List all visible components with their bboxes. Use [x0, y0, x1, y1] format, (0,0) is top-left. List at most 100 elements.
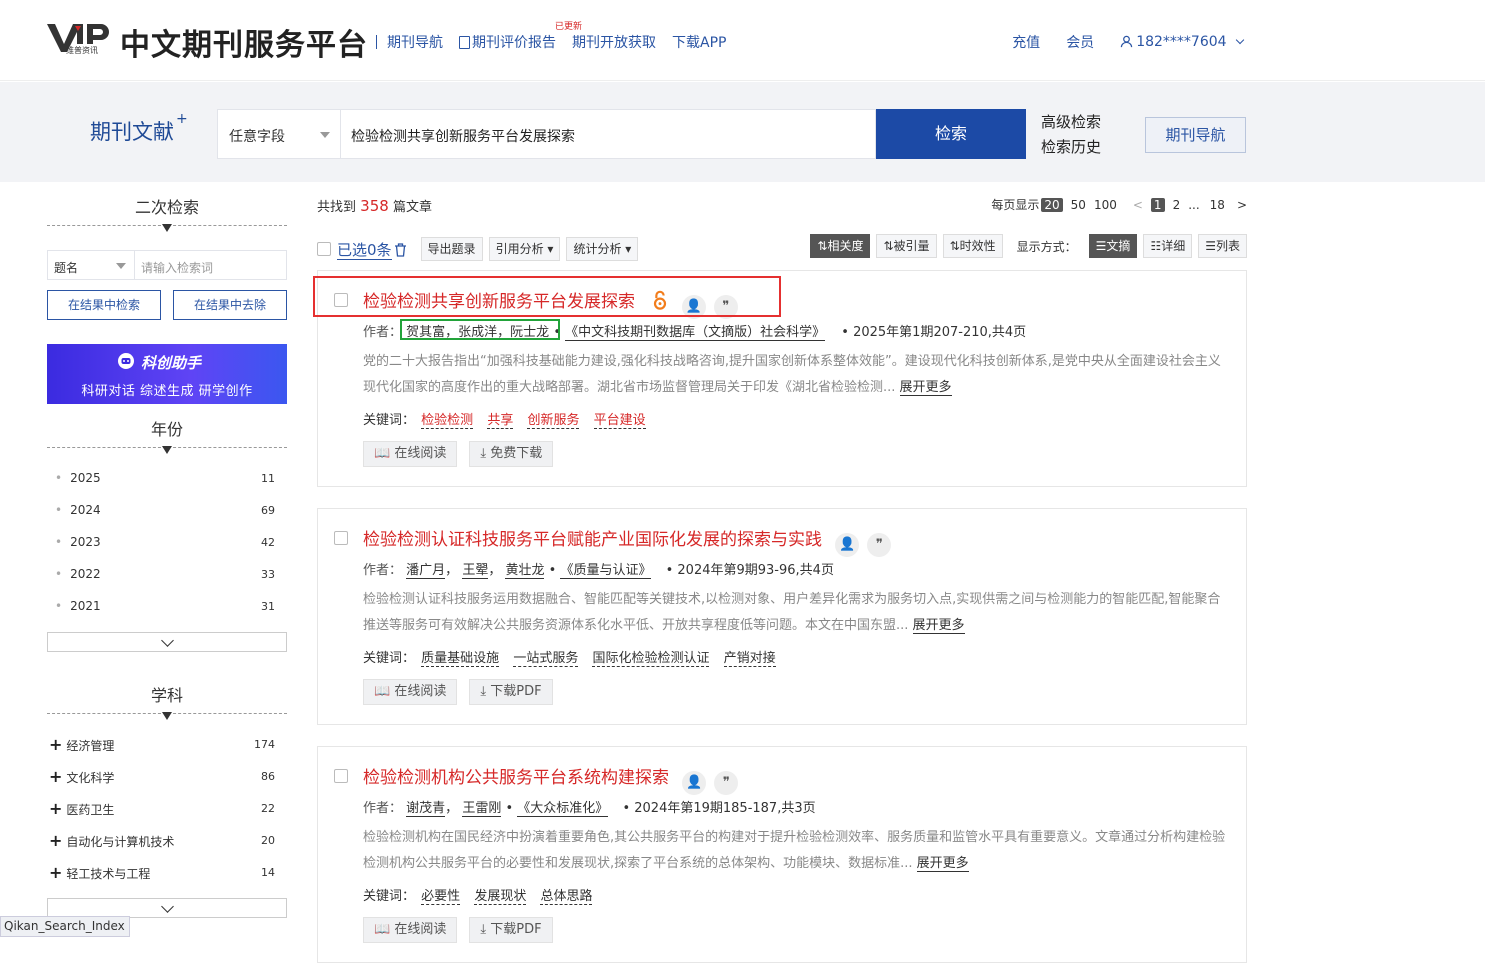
user-menu[interactable]: 182****7604	[1120, 34, 1245, 50]
ai-assistant-banner[interactable]: 科创助手 科研对话 综述生成 研学创作	[47, 344, 287, 404]
keyword-link[interactable]: 共享	[487, 413, 514, 429]
view-list-button[interactable]: ☰列表	[1198, 234, 1247, 258]
site-title[interactable]: 中文期刊服务平台	[120, 20, 368, 64]
result-title-text[interactable]: 检验检测机构公共服务平台系统构建探索	[363, 768, 669, 788]
result-checkbox[interactable]	[334, 769, 348, 783]
year-expand-button[interactable]	[47, 632, 287, 652]
page-button[interactable]: 2	[1173, 198, 1181, 212]
author-label: 作者：	[363, 325, 403, 340]
facet-year-item[interactable]: • 2023 42	[47, 526, 287, 558]
facet-subject-item[interactable]: + 文化科学 86	[47, 760, 287, 792]
plus-icon[interactable]: +	[49, 735, 62, 754]
facet-subject-item[interactable]: + 自动化与计算机技术 20	[47, 824, 287, 856]
facet-year-item[interactable]: • 2024 69	[47, 494, 287, 526]
plus-icon[interactable]: +	[49, 863, 62, 882]
view-abstract-button[interactable]: ☰文摘	[1088, 234, 1138, 258]
next-page-button[interactable]: >	[1237, 198, 1247, 212]
author-profile-icon[interactable]: 👤	[835, 533, 860, 557]
subject-expand-button[interactable]	[47, 898, 287, 918]
sort-time-button[interactable]: ⇅时效性	[942, 234, 1003, 258]
facet-year-item[interactable]: • 2025 11	[47, 462, 287, 494]
per-page-option[interactable]: 20	[1041, 197, 1063, 212]
sort-relevance-button[interactable]: ⇅相关度	[810, 234, 871, 258]
result-author[interactable]: 谢茂青	[406, 801, 446, 817]
result-author[interactable]: 王雷刚	[462, 801, 502, 817]
result-count-suffix: 篇文章	[392, 200, 432, 215]
keyword-link[interactable]: 创新服务	[527, 413, 580, 429]
view-detail-button[interactable]: ☷详细	[1143, 234, 1193, 258]
plus-icon[interactable]: +	[49, 799, 62, 818]
plus-icon[interactable]: +	[49, 767, 62, 786]
result-journal[interactable]: 《中文科技期刊数据库（文摘版）社会科学》	[565, 325, 826, 341]
nav-download-app[interactable]: 下载APP	[672, 32, 726, 52]
keyword-link[interactable]: 发展现状	[474, 889, 527, 905]
search-history-link[interactable]: 检索历史	[1041, 135, 1101, 160]
keyword-link[interactable]: 检验检测	[421, 413, 474, 429]
member-link[interactable]: 会员	[1066, 32, 1094, 52]
nav-journal-evaluation[interactable]: 期刊评价报告 已更新	[459, 22, 582, 52]
free-download-button[interactable]: ⤓ 免费下载	[469, 441, 554, 467]
export-button[interactable]: 导出题录	[420, 237, 483, 261]
plus-icon[interactable]: +	[49, 831, 62, 850]
per-page-option[interactable]: 50	[1071, 198, 1086, 212]
nav-open-access[interactable]: 期刊开放获取	[572, 32, 656, 52]
search-links: 高级检索 检索历史	[1041, 110, 1101, 160]
keyword-link[interactable]: 国际化检验检测认证	[592, 651, 710, 667]
facet-subject-item[interactable]: + 医药卫生 22	[47, 792, 287, 824]
expand-more-link[interactable]: 展开更多	[912, 618, 965, 634]
search-field-select[interactable]: 任意字段	[217, 109, 341, 159]
trash-icon[interactable]	[394, 242, 407, 257]
keyword-link[interactable]: 总体思路	[540, 889, 593, 905]
facet-year-item[interactable]: • 2022 33	[47, 558, 287, 590]
keyword-link[interactable]: 一站式服务	[513, 651, 579, 667]
search-button[interactable]: 检索	[876, 109, 1026, 159]
author-profile-icon[interactable]: 👤	[682, 771, 707, 795]
page-button[interactable]: 18	[1210, 198, 1225, 212]
secondary-search-input[interactable]: 请输入检索词	[135, 250, 287, 280]
page-button[interactable]: 1	[1150, 197, 1165, 212]
result-title[interactable]: 检验检测认证科技服务平台赋能产业国际化发展的探索与实践 👤 ❞	[363, 525, 892, 557]
result-actions: 📖 在线阅读 ⤓ 免费下载	[363, 441, 565, 467]
result-checkbox[interactable]	[334, 531, 348, 545]
facet-year-item[interactable]: • 2021 31	[47, 590, 287, 622]
cite-analysis-dropdown[interactable]: 引用分析 ▾	[488, 237, 561, 261]
journal-nav-button[interactable]: 期刊导航	[1145, 117, 1246, 153]
read-online-button[interactable]: 📖 在线阅读	[363, 917, 458, 943]
keyword-link[interactable]: 质量基础设施	[421, 651, 500, 667]
search-within-button[interactable]: 在结果中检索	[47, 290, 161, 320]
exclude-results-button[interactable]: 在结果中去除	[173, 290, 287, 320]
expand-more-link[interactable]: 展开更多	[916, 856, 969, 872]
read-online-button[interactable]: 📖 在线阅读	[363, 441, 458, 467]
keyword-link[interactable]: 产销对接	[723, 651, 776, 667]
facet-subject-item[interactable]: + 经济管理 174	[47, 728, 287, 760]
result-author[interactable]: 潘广月	[406, 563, 446, 579]
selected-count-link[interactable]: 已选0条	[337, 239, 407, 260]
read-online-button[interactable]: 📖 在线阅读	[363, 679, 458, 705]
per-page-option[interactable]: 100	[1094, 198, 1117, 212]
keyword-link[interactable]: 必要性	[421, 889, 461, 905]
cite-icon[interactable]: ❞	[867, 533, 892, 557]
secondary-field-select[interactable]: 题名	[47, 250, 135, 280]
advanced-search-link[interactable]: 高级检索	[1041, 110, 1101, 135]
expand-more-link[interactable]: 展开更多	[899, 380, 952, 396]
download-pdf-button[interactable]: ⤓ 下载PDF	[469, 917, 553, 943]
recharge-link[interactable]: 充值	[1012, 32, 1040, 52]
download-pdf-button[interactable]: ⤓ 下载PDF	[469, 679, 553, 705]
select-all-checkbox[interactable]	[317, 242, 331, 256]
stat-analysis-dropdown[interactable]: 统计分析 ▾	[566, 237, 639, 261]
prev-page-button[interactable]: <	[1133, 198, 1143, 212]
result-journal[interactable]: 《质量与认证》	[560, 563, 652, 579]
result-journal[interactable]: 《大众标准化》	[517, 801, 609, 817]
nav-journal-guide[interactable]: 期刊导航	[387, 32, 443, 52]
sort-cited-button[interactable]: ⇅被引量	[876, 234, 937, 258]
facet-subject-item[interactable]: + 轻工技术与工程 14	[47, 856, 287, 888]
search-input[interactable]: 检验检测共享创新服务平台发展探索	[341, 109, 876, 159]
cite-icon[interactable]: ❞	[714, 771, 739, 795]
toolbar-right: ⇅相关度 ⇅被引量 ⇅时效性 显示方式： ☰文摘 ☷详细 ☰列表	[804, 234, 1247, 258]
result-title[interactable]: 检验检测机构公共服务平台系统构建探索 👤 ❞	[363, 763, 739, 795]
keyword-text: 共享	[487, 413, 514, 428]
keyword-link[interactable]: 平台建设	[593, 413, 646, 429]
result-author[interactable]: 王翚	[462, 563, 489, 579]
result-author[interactable]: 黄壮龙	[505, 563, 545, 579]
result-title-text[interactable]: 检验检测认证科技服务平台赋能产业国际化发展的探索与实践	[363, 530, 822, 550]
